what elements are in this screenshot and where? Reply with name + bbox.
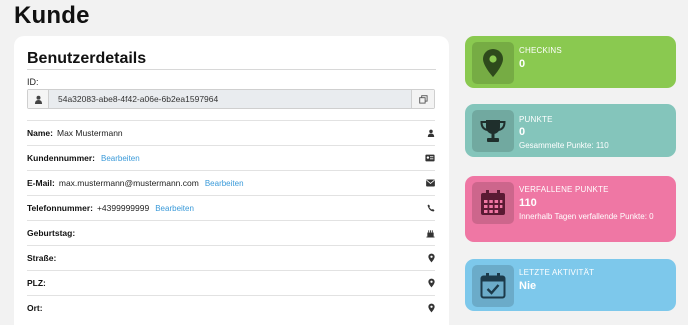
points-tile: PUNKTE 0 Gesammelte Punkte: 110 <box>465 104 676 157</box>
user-icon <box>427 129 435 138</box>
map-pin-icon <box>472 42 514 84</box>
row-label: Telefonnummer: <box>27 203 93 213</box>
row-label: E-Mail: <box>27 178 55 188</box>
id-card-icon <box>425 154 435 162</box>
user-icon <box>28 90 49 108</box>
detail-row-phone: Telefonnummer: +4399999999 Bearbeiten <box>27 195 435 220</box>
map-marker-icon <box>428 303 435 313</box>
detail-row-customer-number: Kundennummer: Bearbeiten <box>27 145 435 170</box>
cake-icon <box>426 229 435 238</box>
detail-row-street: Straße: <box>27 245 435 270</box>
tile-label: VERFALLENE PUNKTE <box>519 185 609 194</box>
page-title: Kunde <box>14 2 90 29</box>
row-value: Max Mustermann <box>56 128 123 138</box>
trophy-icon <box>472 110 514 152</box>
detail-row-email: E-Mail: max.mustermann@mustermann.com Be… <box>27 170 435 195</box>
edit-link[interactable]: Bearbeiten <box>205 179 244 188</box>
checkins-tile: CHECKINS 0 <box>465 36 676 88</box>
id-field[interactable] <box>49 90 411 108</box>
row-value: max.mustermann@mustermann.com <box>58 178 199 188</box>
tile-label: LETZTE AKTIVITÄT <box>519 268 595 277</box>
map-marker-icon <box>428 253 435 263</box>
detail-row-zip: PLZ: <box>27 270 435 295</box>
user-details-card: Benutzerdetails ID: Name: Max Mustermann… <box>14 36 449 325</box>
tile-label: PUNKTE <box>519 115 553 124</box>
tile-value: 0 <box>519 126 526 138</box>
phone-icon <box>427 204 435 212</box>
edit-link[interactable]: Bearbeiten <box>155 204 194 213</box>
last-activity-tile: LETZTE AKTIVITÄT Nie <box>465 259 676 311</box>
tile-value: 0 <box>519 58 526 70</box>
detail-row-name: Name: Max Mustermann <box>27 120 435 145</box>
detail-rows: Name: Max Mustermann Kundennummer: Bearb… <box>27 120 435 320</box>
detail-row-city: Ort: <box>27 295 435 320</box>
envelope-icon <box>426 179 435 187</box>
calendar-icon <box>472 182 514 224</box>
card-title: Benutzerdetails <box>27 50 147 67</box>
divider <box>27 69 436 70</box>
id-label: ID: <box>27 77 39 87</box>
tile-subtext: Innerhalb Tagen verfallende Punkte: 0 <box>519 212 654 221</box>
calendar-check-icon <box>472 265 514 307</box>
map-marker-icon <box>428 278 435 288</box>
edit-link[interactable]: Bearbeiten <box>101 154 140 163</box>
tile-label: CHECKINS <box>519 46 562 55</box>
id-field-group <box>27 89 435 109</box>
row-label: Straße: <box>27 253 57 263</box>
copy-icon <box>418 94 428 104</box>
tile-value: 110 <box>519 197 537 209</box>
detail-row-birthday: Geburtstag: <box>27 220 435 245</box>
tile-subtext: Gesammelte Punkte: 110 <box>519 141 609 150</box>
row-label: Name: <box>27 128 53 138</box>
row-label: PLZ: <box>27 278 46 288</box>
row-label: Kundennummer: <box>27 153 95 163</box>
row-value: +4399999999 <box>96 203 150 213</box>
expired-points-tile: VERFALLENE PUNKTE 110 Innerhalb Tagen ve… <box>465 176 676 242</box>
row-label: Geburtstag: <box>27 228 76 238</box>
tile-value: Nie <box>519 280 537 292</box>
row-label: Ort: <box>27 303 43 313</box>
copy-button[interactable] <box>411 90 434 108</box>
